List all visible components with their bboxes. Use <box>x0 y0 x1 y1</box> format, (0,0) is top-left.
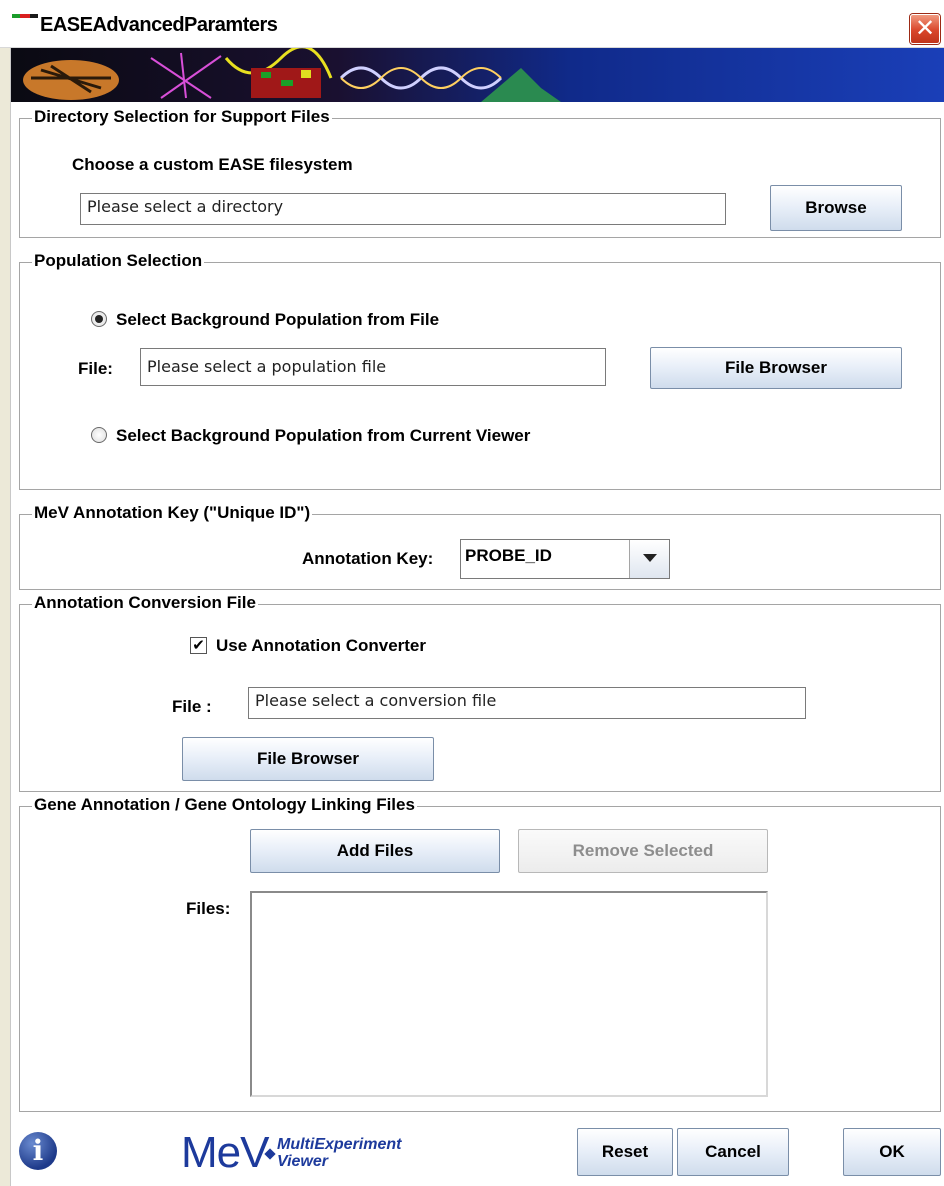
annotation-key-dropdown[interactable]: PROBE_ID <box>460 539 670 579</box>
conversion-file-browser-button[interactable]: File Browser <box>182 737 434 781</box>
radio-selected-dot <box>95 315 103 323</box>
files-list-label: Files: <box>186 899 231 918</box>
logo-sub-line1: MultiExperiment <box>277 1136 402 1153</box>
population-panel: Population Selection Select Background P… <box>19 251 941 490</box>
title-bar[interactable]: EASEAdvancedParamters ✕ <box>0 0 944 48</box>
cancel-button[interactable]: Cancel <box>677 1128 789 1176</box>
dialog-content: Directory Selection for Support Files Ch… <box>10 48 944 1186</box>
population-file-browser-button[interactable]: File Browser <box>650 347 902 389</box>
linking-files-panel-title: Gene Annotation / Gene Ontology Linking … <box>32 795 417 815</box>
banner-image <box>11 48 944 102</box>
conversion-panel-title: Annotation Conversion File <box>32 593 258 613</box>
conversion-panel: Annotation Conversion File ✔ Use Annotat… <box>19 593 941 792</box>
directory-panel-title: Directory Selection for Support Files <box>32 107 332 127</box>
chevron-down-icon[interactable] <box>629 540 669 578</box>
files-list[interactable] <box>250 891 768 1097</box>
app-icon <box>12 14 38 18</box>
annotation-key-value: PROBE_ID <box>465 546 552 565</box>
conversion-file-field[interactable]: Please select a conversion file <box>248 687 806 719</box>
directory-path-field[interactable]: Please select a directory <box>80 193 726 225</box>
logo-sub-line2: Viewer <box>277 1153 328 1170</box>
annotation-key-label: Annotation Key: <box>302 549 434 568</box>
conversion-file-label: File : <box>172 697 212 716</box>
add-files-button[interactable]: Add Files <box>250 829 500 873</box>
population-file-label: File: <box>78 359 113 378</box>
mev-logo: MeV <box>181 1128 269 1177</box>
radio-population-from-viewer[interactable] <box>91 427 107 443</box>
radio-population-from-file-label[interactable]: Select Background Population from File <box>116 310 439 330</box>
annotation-key-panel-title: MeV Annotation Key ("Unique ID") <box>32 503 313 523</box>
radio-population-from-viewer-label[interactable]: Select Background Population from Curren… <box>116 426 530 446</box>
window-title: EASEAdvancedParamters <box>40 14 278 36</box>
directory-subtitle: Choose a custom EASE filesystem <box>72 155 353 174</box>
radio-population-from-file[interactable] <box>91 311 107 327</box>
population-panel-title: Population Selection <box>32 251 205 271</box>
footer-bar: i MeV MultiExperiment Viewer Reset Cance… <box>11 1116 944 1186</box>
close-button[interactable]: ✕ <box>910 14 940 44</box>
directory-panel: Directory Selection for Support Files Ch… <box>19 107 941 238</box>
linking-files-panel: Gene Annotation / Gene Ontology Linking … <box>19 795 941 1112</box>
info-icon[interactable]: i <box>19 1132 57 1170</box>
mev-logo-subtitle: MultiExperiment Viewer <box>277 1136 401 1170</box>
use-converter-checkbox[interactable]: ✔ <box>190 637 207 654</box>
annotation-key-panel: MeV Annotation Key ("Unique ID") Annotat… <box>19 503 941 590</box>
reset-button[interactable]: Reset <box>577 1128 673 1176</box>
ok-button[interactable]: OK <box>843 1128 941 1176</box>
remove-selected-button[interactable]: Remove Selected <box>518 829 768 873</box>
dialog-window: EASEAdvancedParamters ✕ Directory Select… <box>0 0 944 1186</box>
use-converter-label[interactable]: Use Annotation Converter <box>216 636 426 656</box>
population-file-field[interactable]: Please select a population file <box>140 348 606 386</box>
browse-button[interactable]: Browse <box>770 185 902 231</box>
